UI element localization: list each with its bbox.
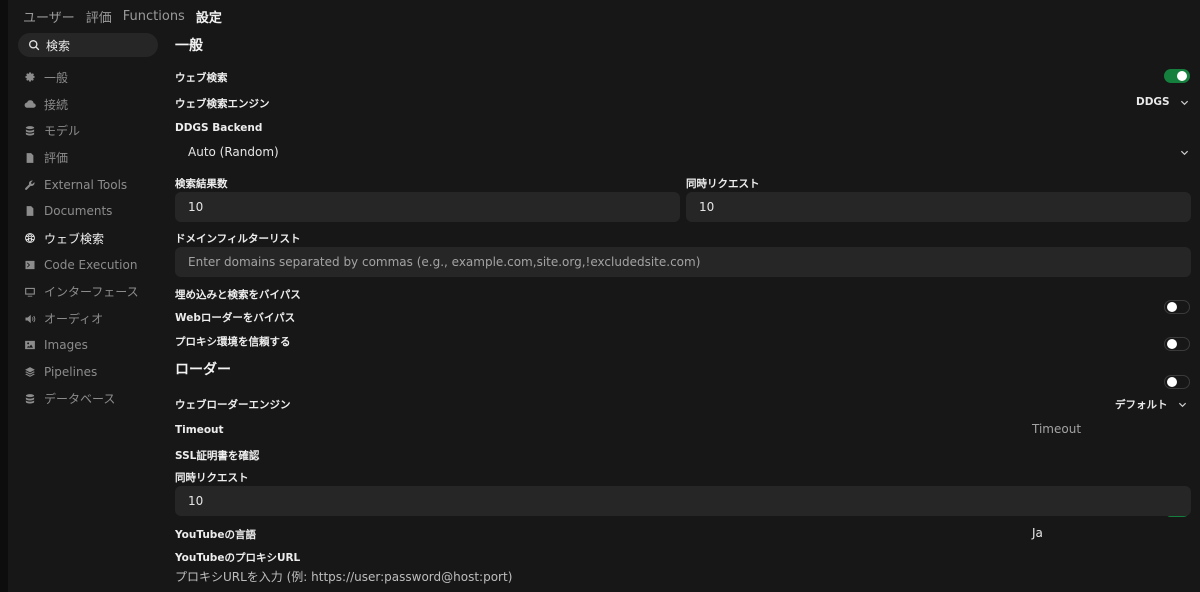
backend-value: Auto (Random) (188, 145, 279, 159)
sidebar-item-evaluations[interactable]: 評価 (18, 144, 158, 171)
bypass-embed-label: 埋め込みと検索をバイパス (175, 289, 301, 301)
sidebar-item-images[interactable]: Images (18, 332, 158, 359)
search-engine-label: ウェブ検索エンジン (175, 98, 270, 110)
search-engine-value: DDGS (1136, 96, 1170, 108)
sidebar-item-label: 評価 (44, 151, 69, 166)
trust-proxy-label: プロキシ環境を信頼する (175, 336, 291, 348)
search-engine-select[interactable]: DDGS (1136, 96, 1189, 108)
backend-label: DDGS Backend (175, 122, 263, 134)
window-edge (0, 0, 8, 592)
sidebar-item-label: オーディオ (44, 312, 104, 327)
timeout-input[interactable]: Timeout (1032, 422, 1081, 436)
loader-concurrent-label: 同時リクエスト (175, 472, 249, 484)
gear-icon (24, 71, 36, 83)
nav-evaluations[interactable]: 評価 (86, 7, 112, 26)
youtube-language-input[interactable]: Ja (1032, 526, 1043, 540)
nav-functions[interactable]: Functions (123, 9, 185, 24)
sidebar-item-label: Images (44, 338, 88, 353)
sidebar-item-code-execution[interactable]: Code Execution (18, 252, 158, 279)
document-icon (24, 205, 36, 217)
sidebar-search-input[interactable]: 検索 (18, 33, 158, 57)
sidebar-item-audio[interactable]: オーディオ (18, 305, 158, 332)
sidebar-item-label: インターフェース (44, 285, 139, 300)
web-search-label: ウェブ検索 (175, 72, 228, 84)
sidebar-item-database[interactable]: データベース (18, 386, 158, 413)
search-label: 検索 (46, 38, 71, 53)
sidebar-item-documents[interactable]: Documents (18, 198, 158, 225)
sidebar-item-label: 接続 (44, 97, 69, 112)
nav-users[interactable]: ユーザー (23, 7, 75, 26)
sidebar-list: 一般 接続 モデル 評価 External Tools Documents ウェ… (18, 64, 158, 412)
sidebar-item-label: Code Execution (44, 257, 138, 272)
sidebar-item-label: 一般 (44, 70, 69, 85)
youtube-proxy-input[interactable]: プロキシURLを入力 (例: https://user:password@hos… (175, 568, 512, 585)
sidebar-item-label: ウェブ検索 (44, 231, 105, 246)
youtube-proxy-label: YouTubeのプロキシURL (175, 552, 301, 564)
monitor-icon (24, 286, 36, 298)
bypass-embed-toggle[interactable] (1164, 300, 1190, 314)
loader-concurrent-input[interactable]: 10 (175, 486, 1191, 516)
loader-engine-select[interactable]: デフォルト (1115, 397, 1187, 412)
ssl-verify-label: SSL証明書を確認 (175, 450, 260, 462)
bypass-loader-label: Webローダーをバイパス (175, 312, 296, 324)
domain-filter-input[interactable]: Enter domains separated by commas (e.g.,… (175, 247, 1191, 277)
chevron-down-icon (1180, 100, 1188, 105)
top-nav: ユーザー 評価 Functions 設定 (23, 6, 222, 26)
globe-icon (24, 232, 36, 244)
general-section-title: 一般 (175, 38, 203, 54)
settings-panel: ユーザー 評価 Functions 設定 検索 一般 接続 モデル 評価 Ext… (8, 0, 1200, 592)
backend-select[interactable]: Auto (Random) (175, 142, 1191, 162)
bypass-loader-toggle[interactable] (1164, 337, 1190, 351)
toggle-knob (1167, 302, 1177, 312)
sidebar-item-pipelines[interactable]: Pipelines (18, 359, 158, 386)
toggle-knob (1167, 339, 1177, 349)
sidebar-item-label: Pipelines (44, 365, 98, 380)
search-icon (28, 39, 40, 51)
toggle-knob (1177, 71, 1187, 81)
chevron-down-icon (1178, 402, 1186, 408)
database-icon (24, 393, 36, 405)
concurrent-requests-input[interactable]: 10 (686, 192, 1191, 222)
sidebar-item-general[interactable]: 一般 (18, 64, 158, 91)
youtube-language-label: YouTubeの言語 (175, 529, 256, 541)
cloud-icon (24, 98, 36, 110)
domain-filter-label: ドメインフィルターリスト (175, 233, 301, 245)
loader-engine-label: ウェブローダーエンジン (175, 399, 291, 411)
toggle-knob (1167, 377, 1177, 387)
timeout-label: Timeout (175, 424, 224, 436)
result-count-input[interactable]: 10 (175, 192, 680, 222)
trust-proxy-toggle[interactable] (1164, 375, 1190, 389)
document-icon (24, 152, 36, 164)
sidebar-item-label: Documents (44, 204, 113, 219)
speaker-icon (24, 313, 36, 325)
result-count-label: 検索結果数 (175, 178, 228, 190)
sidebar-item-interface[interactable]: インターフェース (18, 278, 158, 305)
loader-engine-value: デフォルト (1115, 399, 1168, 411)
stack-icon (24, 125, 36, 137)
image-icon (24, 339, 36, 351)
sidebar-item-models[interactable]: モデル (18, 118, 158, 145)
sidebar-item-web-search[interactable]: ウェブ検索 (18, 225, 158, 252)
wrench-icon (24, 179, 36, 191)
settings-sidebar: 検索 一般 接続 モデル 評価 External Tools Documents… (18, 33, 158, 412)
sidebar-item-label: External Tools (44, 177, 128, 192)
sidebar-item-label: モデル (44, 124, 81, 139)
sidebar-item-external-tools[interactable]: External Tools (18, 171, 158, 198)
loader-section-title: ローダー (175, 362, 231, 378)
concurrent-requests-label: 同時リクエスト (686, 178, 760, 190)
sidebar-item-label: データベース (44, 392, 116, 407)
web-search-toggle[interactable] (1164, 69, 1190, 83)
sidebar-item-connections[interactable]: 接続 (18, 91, 158, 118)
layers-icon (24, 366, 36, 378)
nav-settings[interactable]: 設定 (196, 7, 222, 26)
chevron-down-icon (1180, 150, 1189, 155)
terminal-icon (24, 259, 36, 271)
